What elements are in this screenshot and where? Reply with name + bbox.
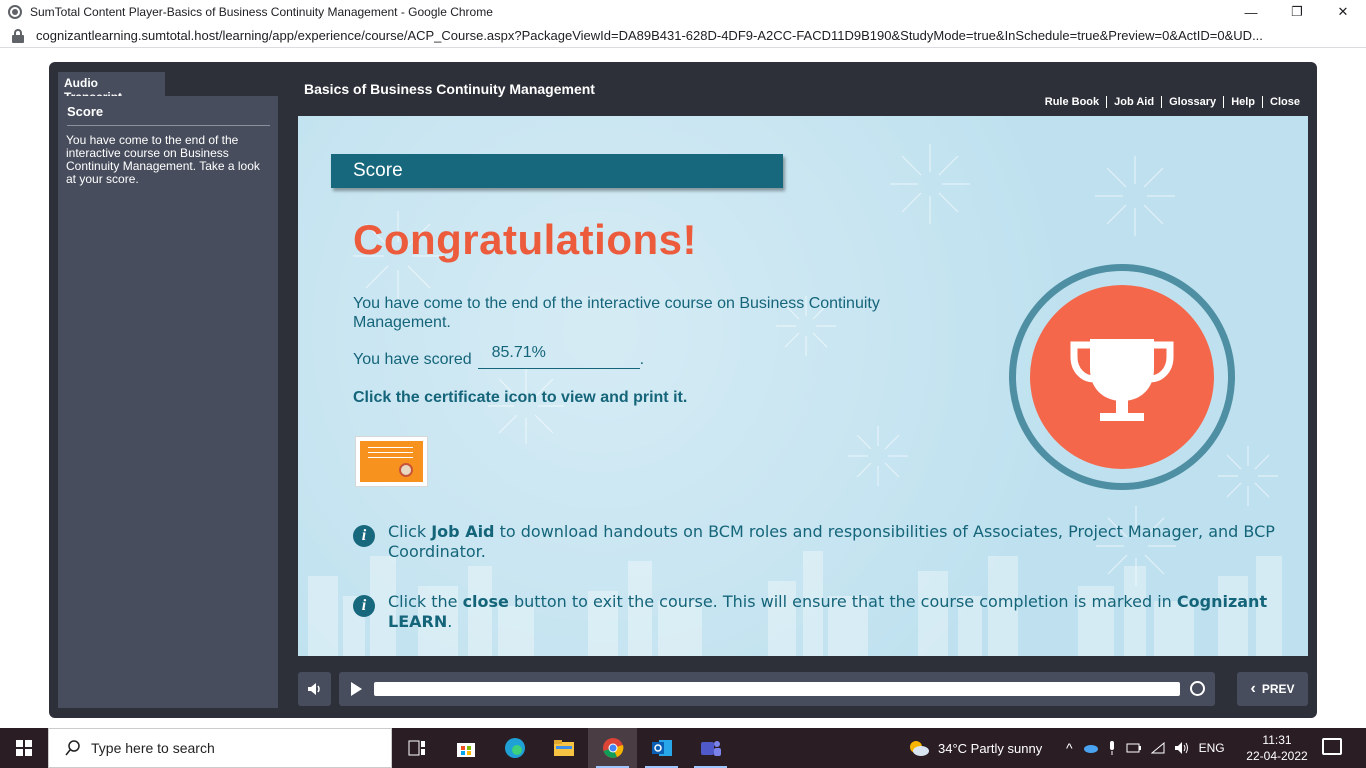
congratulations-heading: Congratulations! <box>353 216 697 263</box>
score-line: You have scored 85.71% . <box>353 345 645 369</box>
store-icon <box>456 743 475 757</box>
prev-label: PREV <box>1261 682 1295 696</box>
trophy-badge <box>1009 264 1235 490</box>
chevron-left-icon: ‹ <box>1250 680 1256 697</box>
windows-logo-icon[interactable] <box>16 740 32 756</box>
folder-icon <box>553 740 574 756</box>
chevron-up-icon[interactable]: ^ <box>1066 740 1073 756</box>
info-close: i Click the close button to exit the cou… <box>353 592 1308 632</box>
onedrive-icon[interactable] <box>1082 743 1098 753</box>
window-title: SumTotal Content Player-Basics of Busine… <box>30 5 493 19</box>
address-bar[interactable]: cognizantlearning.sumtotal.host/learning… <box>0 24 1366 48</box>
speaker-icon[interactable] <box>307 682 323 696</box>
progress-bar[interactable] <box>374 682 1180 696</box>
help-link[interactable]: Help <box>1231 96 1255 108</box>
notification-icon[interactable] <box>1322 738 1342 755</box>
lock-icon[interactable] <box>12 28 24 43</box>
wifi-icon[interactable] <box>1150 742 1165 754</box>
microphone-icon[interactable] <box>1107 740 1117 756</box>
info-job-aid: i Click Job Aid to download handouts on … <box>353 522 1308 562</box>
score-value: 85.71% <box>477 345 640 369</box>
link-divider <box>1223 96 1225 108</box>
info-icon: i <box>353 525 375 547</box>
volume-icon[interactable] <box>1174 741 1190 755</box>
score-banner: Score <box>331 154 783 188</box>
info-icon: i <box>353 595 375 617</box>
rule-book-link[interactable]: Rule Book <box>1045 96 1099 108</box>
teams-button[interactable] <box>686 728 735 768</box>
teams-icon <box>700 741 721 756</box>
certificate-button[interactable] <box>355 436 428 487</box>
header-links: Rule Book Job Aid Glossary Help Close <box>1045 96 1300 108</box>
weather-text: 34°C Partly sunny <box>938 740 1043 756</box>
browser-title-bar: SumTotal Content Player-Basics of Busine… <box>0 0 1366 24</box>
taskbar-search[interactable]: Type here to search <box>48 728 392 768</box>
scored-label: You have scored <box>353 351 472 368</box>
prev-button[interactable]: ‹ PREV <box>1237 672 1308 706</box>
weather-widget[interactable]: 34°C Partly sunny <box>908 728 1042 768</box>
media-controls <box>339 672 1215 706</box>
task-view-button[interactable] <box>392 728 441 768</box>
task-view-icon <box>408 740 425 756</box>
edge-button[interactable] <box>490 728 539 768</box>
glossary-link[interactable]: Glossary <box>1169 96 1216 108</box>
link-divider <box>1106 96 1108 108</box>
language-indicator[interactable]: ENG <box>1199 741 1225 755</box>
partly-sunny-icon <box>910 741 929 756</box>
chrome-icon <box>602 738 623 758</box>
outlook-button[interactable] <box>637 728 686 768</box>
windows-taskbar: Type here to search 34°C Partly sunny ^ … <box>0 728 1366 768</box>
chrome-taskbar-button[interactable] <box>588 728 637 768</box>
course-player: Audio Transcript Score You have come to … <box>49 62 1317 718</box>
clock-time: 11:31 <box>1262 733 1292 747</box>
transcript-panel: Score You have come to the end of the in… <box>58 96 278 708</box>
system-tray: ^ ENG <box>1066 728 1225 768</box>
info-close-text: Click the close button to exit the cours… <box>388 592 1268 631</box>
clock[interactable]: 11:31 22-04-2022 <box>1244 732 1310 764</box>
search-placeholder[interactable]: Type here to search <box>91 740 215 756</box>
file-explorer-button[interactable] <box>539 728 588 768</box>
audio-transcript-tab[interactable]: Audio Transcript <box>58 72 165 104</box>
microsoft-store-button[interactable] <box>441 728 490 768</box>
close-course-link[interactable]: Close <box>1270 96 1300 108</box>
chrome-icon <box>8 5 22 19</box>
start-button[interactable] <box>0 728 48 768</box>
info-job-aid-text: Click Job Aid to download handouts on BC… <box>388 522 1275 561</box>
clock-date: 22-04-2022 <box>1246 749 1308 763</box>
certificate-instruction: Click the certificate icon to view and p… <box>353 389 688 406</box>
course-title: Basics of Business Continuity Management <box>304 81 595 97</box>
course-end-text: You have come to the end of the interact… <box>353 295 880 331</box>
play-icon[interactable] <box>351 682 362 696</box>
volume-button[interactable] <box>298 672 331 706</box>
restore-button[interactable]: ❐ <box>1274 0 1320 24</box>
outlook-icon <box>651 740 672 756</box>
edge-icon <box>504 738 525 758</box>
scored-suffix: . <box>639 351 645 368</box>
minimize-button[interactable]: — <box>1228 0 1274 24</box>
trophy-icon <box>1070 339 1174 421</box>
slide-stage: Score Congratulations! You have come to … <box>298 116 1308 656</box>
close-window-button[interactable]: ✕ <box>1320 0 1366 24</box>
certificate-icon[interactable] <box>360 441 423 482</box>
transcript-text: You have come to the end of the interact… <box>66 133 260 186</box>
battery-icon[interactable] <box>1126 742 1142 754</box>
replay-icon[interactable] <box>1190 681 1205 696</box>
search-icon <box>65 740 80 756</box>
job-aid-link[interactable]: Job Aid <box>1114 96 1154 108</box>
link-divider <box>1161 96 1163 108</box>
transcript-heading: Score <box>67 104 270 126</box>
link-divider <box>1262 96 1264 108</box>
url-text[interactable]: cognizantlearning.sumtotal.host/learning… <box>36 28 1356 43</box>
